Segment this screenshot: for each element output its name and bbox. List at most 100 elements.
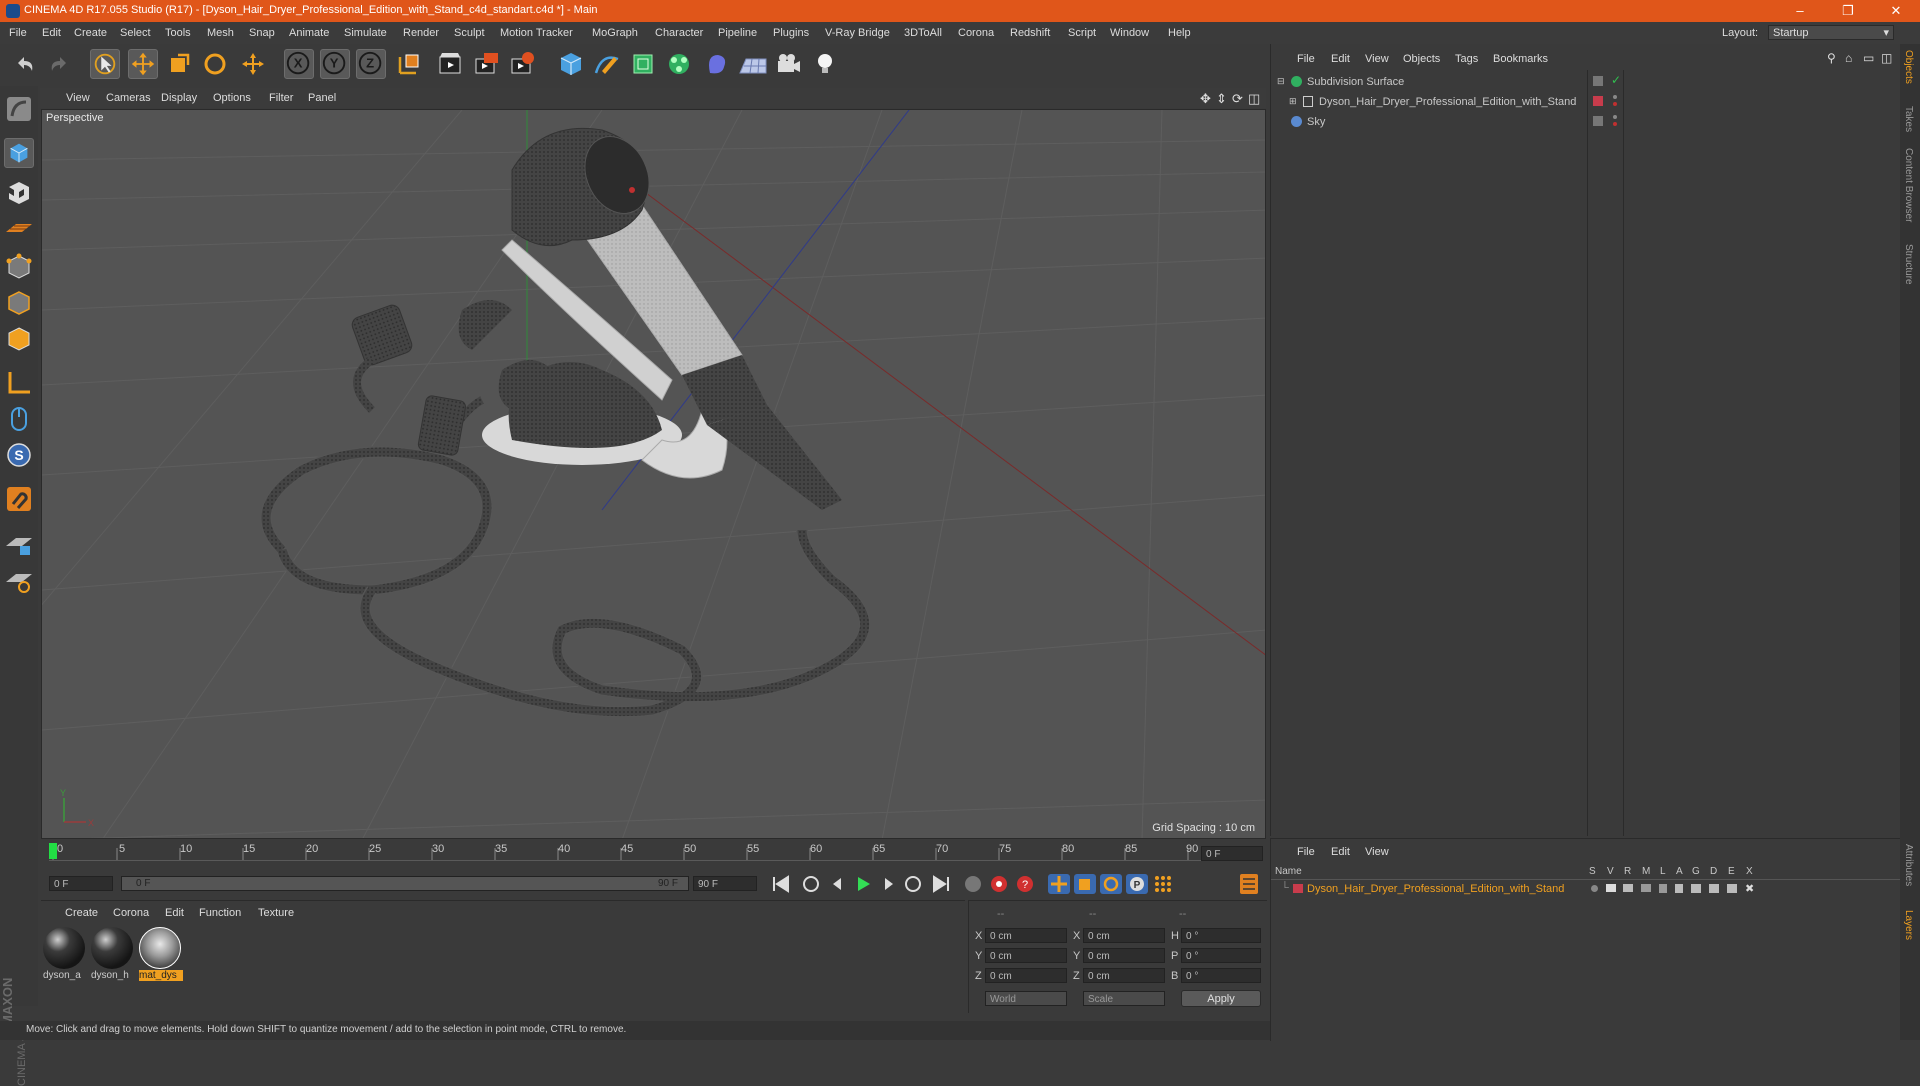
material-swatch-selected[interactable]: mat_dys <box>139 927 183 981</box>
position-x-field[interactable]: 0 cm <box>985 928 1067 943</box>
y-axis-button[interactable]: Y <box>320 49 350 79</box>
position-y-field[interactable]: 0 cm <box>985 948 1067 963</box>
rotation-b-field[interactable]: 0 ° <box>1181 968 1261 983</box>
cloner-icon[interactable] <box>664 49 694 79</box>
menu-render[interactable]: Render <box>403 27 439 39</box>
previous-key-icon[interactable] <box>799 873 823 895</box>
cube-object-icon[interactable] <box>556 49 586 79</box>
menu-vray-bridge[interactable]: V-Ray Bridge <box>825 27 890 39</box>
scale-tool-icon[interactable] <box>164 49 194 79</box>
floor-object-icon[interactable] <box>738 49 768 79</box>
expand-icon[interactable]: ⊞ <box>1289 96 1297 107</box>
column-xref[interactable]: X <box>1746 866 1753 877</box>
menu-mesh[interactable]: Mesh <box>207 27 234 39</box>
menu-script[interactable]: Script <box>1068 27 1096 39</box>
object-row[interactable]: Sky <box>1275 114 1895 131</box>
render-picture-viewer-icon[interactable] <box>472 49 502 79</box>
menu-motion-tracker[interactable]: Motion Tracker <box>500 27 573 39</box>
object-menu-objects[interactable]: Objects <box>1403 53 1440 65</box>
menu-create[interactable]: Create <box>74 27 107 39</box>
lock-toggle-icon[interactable] <box>1659 884 1667 893</box>
model-mode-button[interactable] <box>4 138 34 168</box>
timeline-ruler[interactable]: 0 5 10 15 20 25 30 35 40 45 50 55 60 65 … <box>41 840 1266 870</box>
material-menu-texture[interactable]: Texture <box>258 907 294 919</box>
maximize-button[interactable]: ❐ <box>1828 2 1868 20</box>
column-solo[interactable]: S <box>1589 866 1596 877</box>
menu-corona[interactable]: Corona <box>958 27 994 39</box>
render-dot-icon[interactable] <box>1613 102 1617 106</box>
menu-help[interactable]: Help <box>1168 27 1191 39</box>
column-view[interactable]: V <box>1607 866 1614 877</box>
edges-mode-icon[interactable] <box>4 288 34 318</box>
object-menu-file[interactable]: File <box>1297 53 1315 65</box>
collapse-icon[interactable]: ⊟ <box>1277 76 1285 87</box>
timeline-window-icon[interactable] <box>1237 873 1261 895</box>
menu-tools[interactable]: Tools <box>165 27 191 39</box>
deformer-icon[interactable] <box>702 49 732 79</box>
viewport-rotate-icon[interactable]: ⟳ <box>1232 91 1243 107</box>
subdivision-surface-icon[interactable] <box>628 49 658 79</box>
perspective-viewport[interactable]: Y X Perspective Grid Spacing : 10 cm <box>41 109 1266 839</box>
coordinate-system-icon[interactable] <box>394 49 424 79</box>
layer-toggle-icon[interactable] <box>1593 76 1603 86</box>
axis-mode-icon[interactable] <box>4 368 34 398</box>
size-x-field[interactable]: 0 cm <box>1083 928 1165 943</box>
render-view-icon[interactable] <box>436 49 466 79</box>
apply-button[interactable]: Apply <box>1181 990 1261 1007</box>
column-manager[interactable]: M <box>1642 866 1650 877</box>
locked-workplane-icon[interactable] <box>4 530 34 560</box>
object-menu-tags[interactable]: Tags <box>1455 53 1478 65</box>
close-button[interactable]: ✕ <box>1876 2 1916 20</box>
z-axis-button[interactable]: Z <box>356 49 386 79</box>
move-tool-button[interactable] <box>128 49 158 79</box>
viewport-menu-cameras[interactable]: Cameras <box>106 92 151 104</box>
tab-takes[interactable]: Takes <box>1903 106 1914 132</box>
menu-pipeline[interactable]: Pipeline <box>718 27 757 39</box>
coordinate-mode-select[interactable]: World <box>985 991 1067 1006</box>
search-icon[interactable]: ⚲ <box>1827 51 1836 65</box>
snap-icon[interactable]: S <box>4 440 34 470</box>
viewport-menu-options[interactable]: Options <box>213 92 251 104</box>
viewport-menu-display[interactable]: Display <box>161 92 197 104</box>
tab-content-browser[interactable]: Content Browser <box>1903 148 1914 222</box>
menu-redshift[interactable]: Redshift <box>1010 27 1050 39</box>
material-menu-function[interactable]: Function <box>199 907 241 919</box>
go-to-start-icon[interactable] <box>769 873 793 895</box>
column-generators[interactable]: G <box>1692 866 1700 877</box>
polygons-mode-icon[interactable] <box>4 324 34 354</box>
layer-color-swatch[interactable] <box>1293 884 1303 893</box>
viewport-menu-view[interactable]: View <box>66 92 90 104</box>
rotation-h-field[interactable]: 0 ° <box>1181 928 1261 943</box>
tab-attributes[interactable]: Attributes <box>1903 844 1914 886</box>
key-rotation-icon[interactable] <box>1099 873 1123 895</box>
autokey-icon[interactable]: ? <box>1013 873 1037 895</box>
generator-toggle-icon[interactable] <box>1691 884 1701 893</box>
next-frame-icon[interactable] <box>877 873 901 895</box>
visibility-dot-icon[interactable] <box>1613 95 1617 99</box>
menu-animate[interactable]: Animate <box>289 27 329 39</box>
enabled-check-icon[interactable]: ✓ <box>1611 73 1621 87</box>
workplane-mode-icon[interactable] <box>4 214 34 244</box>
size-y-field[interactable]: 0 cm <box>1083 948 1165 963</box>
object-menu-view[interactable]: View <box>1365 53 1389 65</box>
minimize-button[interactable]: – <box>1780 2 1820 20</box>
column-name[interactable]: Name <box>1275 866 1302 877</box>
rotation-p-field[interactable]: 0 ° <box>1181 948 1261 963</box>
menu-snap[interactable]: Snap <box>249 27 275 39</box>
menu-character[interactable]: Character <box>655 27 703 39</box>
viewport-zoom-icon[interactable]: ⇕ <box>1216 91 1227 107</box>
menu-mograph[interactable]: MoGraph <box>592 27 638 39</box>
key-parameter-icon[interactable]: P <box>1125 873 1149 895</box>
column-animation[interactable]: A <box>1676 866 1683 877</box>
column-deformers[interactable]: D <box>1710 866 1717 877</box>
material-menu-corona[interactable]: Corona <box>113 907 149 919</box>
make-editable-icon[interactable] <box>4 94 34 124</box>
start-frame-field[interactable]: 0 F <box>49 876 113 891</box>
render-toggle-icon[interactable] <box>1623 884 1633 892</box>
menu-file[interactable]: File <box>9 27 27 39</box>
x-axis-button[interactable]: X <box>284 49 314 79</box>
menu-select[interactable]: Select <box>120 27 151 39</box>
tweak-mode-icon[interactable] <box>4 404 34 434</box>
current-frame-field[interactable]: 0 F <box>1201 846 1263 861</box>
layer-toggle-icon[interactable] <box>1593 116 1603 126</box>
